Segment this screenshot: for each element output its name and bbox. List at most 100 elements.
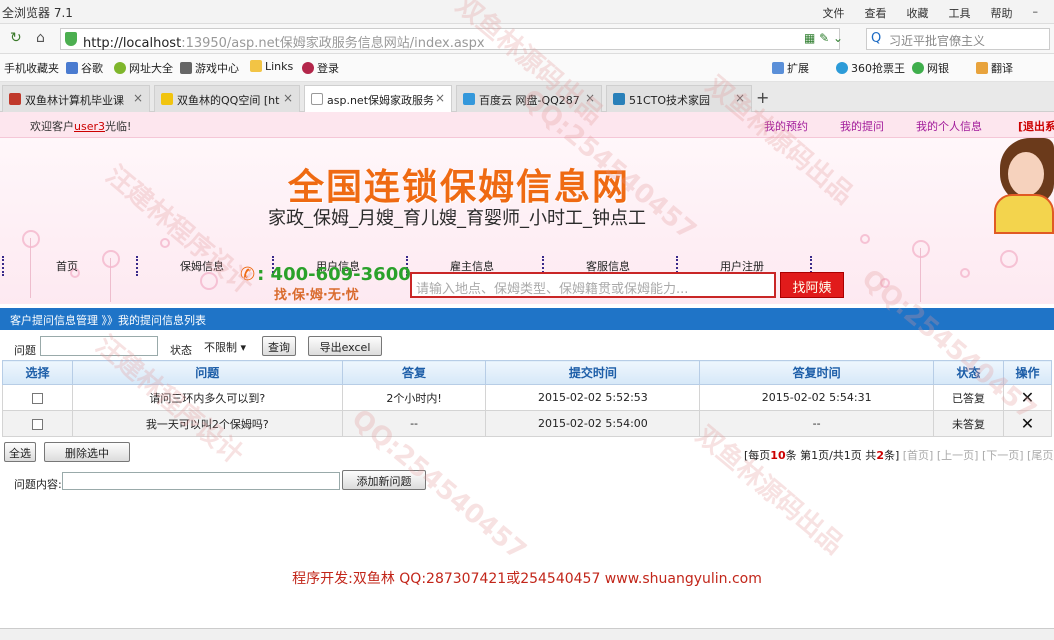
toolbar-extend[interactable]: 扩展 <box>772 60 809 76</box>
cell-answer: 2个小时内! <box>341 384 487 411</box>
cell-answer-time: 2015-02-02 5:54:31 <box>699 384 935 411</box>
tab-4[interactable]: 百度云 网盘-QQ287 × <box>456 85 602 112</box>
address-bar: ↻ ⌂ http://localhost:13950/asp.net保姆家政服务… <box>0 24 1054 54</box>
close-icon[interactable]: × <box>735 91 745 105</box>
questions-table: 选择 问题 答复 提交时间 答复时间 状态 操作 请问三环内多久可以到? 2个小… <box>2 360 1053 437</box>
url-field[interactable]: http://localhost:13950/asp.net保姆家政服务信息网站… <box>60 28 840 51</box>
username: user3 <box>74 120 105 133</box>
hotline: ✆: 400-609-3600 <box>240 264 411 285</box>
breadcrumb: 客户提问信息管理 》》我的提问信息列表 <box>10 314 206 327</box>
menu-file[interactable]: 文件 <box>813 3 855 23</box>
page-content: 欢迎客户user3光临! 我的预约 我的提问 我的个人信息 [退出系 全国连锁保… <box>0 112 1054 640</box>
link-my-appointments[interactable]: 我的预约 <box>764 118 808 134</box>
nav-home[interactable]: 首页 <box>56 258 78 274</box>
question-content-label: 问题内容: <box>14 478 62 491</box>
refresh-icon[interactable]: ↻ <box>10 30 22 46</box>
bookmark-login[interactable]: 登录 <box>302 60 339 76</box>
menu-view[interactable]: 查看 <box>855 3 897 23</box>
google-icon <box>66 62 78 74</box>
question-label: 问题 <box>14 344 36 357</box>
delete-selected-button[interactable]: 删除选中 <box>44 442 130 462</box>
col-select: 选择 <box>2 360 73 385</box>
close-icon[interactable]: × <box>435 91 445 105</box>
close-icon[interactable]: × <box>133 91 143 105</box>
page-size: 10 <box>770 449 786 462</box>
logout-link[interactable]: [退出系 <box>1018 118 1054 134</box>
find-nanny-button[interactable]: 找阿姨 <box>780 272 844 298</box>
table-row: 请问三环内多久可以到? 2个小时内! 2015-02-02 5:52:53 20… <box>2 384 1053 411</box>
col-answer-time: 答复时间 <box>699 360 935 385</box>
tab-2[interactable]: 双鱼林的QQ空间 [ht × <box>154 85 300 112</box>
first-page-link[interactable]: [首页] <box>903 449 934 462</box>
page-icon <box>613 93 625 105</box>
welcome-text: 欢迎客户user3光临! <box>30 120 132 133</box>
yen-icon <box>912 62 924 74</box>
bookmark-google[interactable]: 谷歌 <box>66 60 103 76</box>
last-page-link[interactable]: [尾页] <box>1027 449 1054 462</box>
menu-tools[interactable]: 工具 <box>939 3 981 23</box>
reader-icon[interactable]: ▦ ✎ ⌄ <box>804 31 843 45</box>
close-icon[interactable]: × <box>585 91 595 105</box>
nav-nanny-info[interactable]: 保姆信息 <box>180 258 224 274</box>
folder-icon <box>250 60 262 72</box>
girl-illustration-icon <box>990 138 1054 234</box>
col-submit-time: 提交时间 <box>485 360 701 385</box>
minimize-icon[interactable]: – <box>1023 3 1049 23</box>
cloud-icon <box>463 93 475 105</box>
globe-icon <box>114 62 126 74</box>
tab-1[interactable]: 双鱼林计算机毕业课 × <box>2 85 150 112</box>
status-select[interactable]: 不限制 ▾ <box>200 336 258 356</box>
browser-titlebar: 全浏览器 7.1 › 文件 查看 收藏 工具 帮助 – <box>0 0 1054 24</box>
col-answer: 答复 <box>341 360 487 385</box>
site-search-input[interactable]: 请输入地点、保姆类型、保姆籍贯或保姆能力... <box>410 272 776 298</box>
table-header-row: 选择 问题 答复 提交时间 答复时间 状态 操作 <box>2 360 1053 385</box>
row-checkbox[interactable] <box>31 392 43 404</box>
toolbar-translate[interactable]: 翻译 <box>976 60 1013 76</box>
shield-icon <box>65 32 77 46</box>
delete-icon[interactable]: ✕ <box>1021 414 1034 433</box>
menu-favorites[interactable]: 收藏 <box>897 3 939 23</box>
bookmark-links[interactable]: Links <box>250 60 293 73</box>
col-question: 问题 <box>71 360 343 385</box>
menu-help[interactable]: 帮助 <box>981 3 1023 23</box>
add-question-button[interactable]: 添加新问题 <box>342 470 426 490</box>
link-my-profile[interactable]: 我的个人信息 <box>916 118 982 134</box>
browser-search-input[interactable]: Q 习近平批官僚主义 <box>866 28 1050 50</box>
query-button[interactable]: 查询 <box>262 336 296 356</box>
select-all-button[interactable]: 全选 <box>4 442 36 462</box>
cell-question[interactable]: 请问三环内多久可以到? <box>71 384 343 411</box>
new-tab-button[interactable]: + <box>756 88 769 107</box>
grid-icon <box>772 62 784 74</box>
pagination: [每页10条 第1页/共1页 共2条] [首页] [上一页] [下一页] [尾页… <box>744 447 1054 463</box>
bookmark-nav[interactable]: 网址大全 <box>114 60 173 76</box>
link-my-questions[interactable]: 我的提问 <box>840 118 884 134</box>
question-content-input[interactable] <box>62 472 340 490</box>
next-page-link[interactable]: [下一页] <box>982 449 1024 462</box>
tab-3-active[interactable]: asp.net保姆家政服务 × <box>304 85 452 112</box>
question-filter-input[interactable] <box>40 336 158 356</box>
bookmarks-bar: 手机收藏夹 谷歌 网址大全 游戏中心 Links 登录 扩展 360抢票王 网银… <box>0 54 1054 82</box>
prev-page-link[interactable]: [上一页] <box>937 449 979 462</box>
bookmark-games[interactable]: 游戏中心 <box>180 60 239 76</box>
close-icon[interactable]: × <box>283 91 293 105</box>
filter-bar: 问题 状态 不限制 ▾ 查询 导出excel <box>0 332 1054 360</box>
bookmark-mobile[interactable]: 手机收藏夹 <box>4 60 59 76</box>
row-checkbox[interactable] <box>31 418 43 430</box>
footer-text: 程序开发:双鱼林 QQ:287307421或254540457 www.shua… <box>292 571 762 587</box>
hotline-slogan: 找·保·姆·无·忧 <box>274 288 359 303</box>
toolbar-bank[interactable]: 网银 <box>912 60 949 76</box>
search-icon: Q <box>871 31 882 46</box>
cell-submit-time: 2015-02-02 5:52:53 <box>485 384 701 411</box>
browser-search-placeholder: 习近平批官僚主义 <box>889 34 986 48</box>
delete-icon[interactable]: ✕ <box>1021 388 1034 407</box>
home-icon[interactable]: ⌂ <box>36 30 45 46</box>
cell-answer: -- <box>341 410 487 437</box>
tab-5[interactable]: 51CTO技术家园 × <box>606 85 752 112</box>
toolbar-ticket[interactable]: 360抢票王 <box>836 60 905 76</box>
ticket-icon <box>836 62 848 74</box>
batch-bar: 全选 删除选中 [每页10条 第1页/共1页 共2条] [首页] [上一页] [… <box>0 442 1054 464</box>
export-excel-button[interactable]: 导出excel <box>308 336 382 356</box>
cell-question[interactable]: 我一天可以叫2个保姆吗? <box>71 410 343 437</box>
status-label: 状态 <box>170 344 192 357</box>
tab-favicon-icon <box>9 93 21 105</box>
